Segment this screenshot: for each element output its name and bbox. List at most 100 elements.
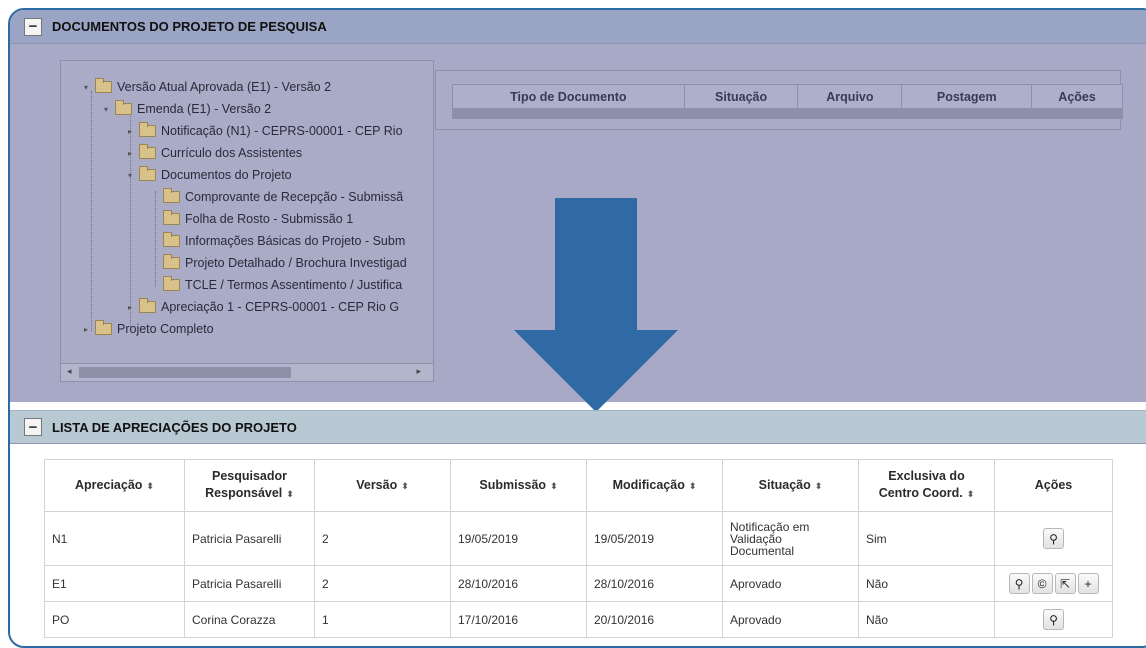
cell-situacao: Aprovado <box>722 565 859 602</box>
column-header[interactable]: Situação ⬍ <box>722 459 859 512</box>
cell-pesquisador: Corina Corazza <box>184 601 315 638</box>
down-arrow-shaft <box>555 198 637 332</box>
tree-node-label[interactable]: Comprovante de Recepção - Submissã <box>185 190 403 204</box>
collapse-node-icon[interactable]: ▾ <box>101 105 111 114</box>
tree-node[interactable]: Comprovante de Recepção - Submissã <box>149 187 403 207</box>
folder-icon <box>95 320 112 335</box>
cell-situacao: Aprovado <box>722 601 859 638</box>
cell-submissao: 17/10/2016 <box>450 601 587 638</box>
sort-icon[interactable]: ⬍ <box>967 489 975 499</box>
column-header[interactable]: Exclusiva do Centro Coord. ⬍ <box>858 459 995 512</box>
folder-icon <box>163 188 180 203</box>
situacao-text: Aprovado <box>730 576 782 591</box>
tree-node-label[interactable]: Folha de Rosto - Submissão 1 <box>185 212 353 226</box>
documents-tree: ◂ ▸ ▾ Versão Atual Aprovada (E1) - Versão… <box>60 60 434 382</box>
external-link-button[interactable]: ⇱ <box>1054 573 1076 594</box>
documents-panel-title: DOCUMENTOS DO PROJETO DE PESQUISA <box>52 19 327 34</box>
expand-node-icon[interactable]: ▸ <box>125 149 135 158</box>
cell-versao: 2 <box>314 511 451 566</box>
tree-node-label[interactable]: Documentos do Projeto <box>161 168 292 182</box>
scroll-right-arrow[interactable]: ▸ <box>416 366 421 377</box>
collapse-node-icon[interactable]: ▾ <box>125 171 135 180</box>
tree-node[interactable]: ▸ Projeto Completo <box>81 319 214 339</box>
sort-icon[interactable]: ⬍ <box>815 481 823 491</box>
scrollbar-thumb[interactable] <box>79 367 291 378</box>
col-tipo-documento[interactable]: Tipo de Documento <box>453 85 685 108</box>
cell-acoes: ⚲ © ⇱ + <box>994 565 1113 602</box>
tree-node-label[interactable]: Versão Atual Aprovada (E1) - Versão 2 <box>117 80 331 94</box>
cell-exclusiva: Sim <box>858 511 995 566</box>
column-header-label: Modificação <box>612 477 685 492</box>
tree-node-label[interactable]: Informações Básicas do Projeto - Subm <box>185 234 405 248</box>
sort-icon[interactable]: ⬍ <box>286 489 294 499</box>
search-icon: ⚲ <box>1049 612 1058 627</box>
tree-node-label[interactable]: Projeto Completo <box>117 322 214 336</box>
tree-node-label[interactable]: Emenda (E1) - Versão 2 <box>137 102 271 116</box>
cell-exclusiva: Não <box>858 601 995 638</box>
folder-icon <box>139 122 156 137</box>
tree-node[interactable]: Folha de Rosto - Submissão 1 <box>149 209 353 229</box>
column-header-label: Centro Coord. <box>878 486 963 500</box>
tree-node[interactable]: ▸ Currículo dos Assistentes <box>125 143 302 163</box>
tree-node-label[interactable]: Notificação (N1) - CEPRS-00001 - CEP Rio <box>161 124 403 138</box>
tree-node[interactable]: Informações Básicas do Projeto - Subm <box>149 231 405 251</box>
sort-icon[interactable]: ⬍ <box>401 481 409 491</box>
table-row: PO Corina Corazza 1 17/10/2016 20/10/2016 Apr… <box>44 601 1113 638</box>
copyright-button[interactable]: © <box>1031 573 1053 594</box>
search-icon: ⚲ <box>1014 576 1024 591</box>
collapse-documents-button[interactable]: − <box>24 17 42 36</box>
documents-panel-header: − DOCUMENTOS DO PROJETO DE PESQUISA <box>10 10 1146 44</box>
tree-horizontal-scrollbar[interactable]: ◂ ▸ <box>61 363 433 381</box>
collapse-appraisals-button[interactable]: − <box>24 418 42 436</box>
column-header[interactable]: Pesquisador Responsável ⬍ <box>184 459 315 512</box>
cell-submissao: 28/10/2016 <box>450 565 587 602</box>
appraisals-table: Apreciação ⬍ Pesquisador Responsável ⬍ Versão… <box>44 459 1113 638</box>
column-header[interactable]: Modificação ⬍ <box>586 459 723 512</box>
tree-node-label[interactable]: Apreciação 1 - CEPRS-00001 - CEP Rio G <box>161 300 399 314</box>
expand-node-icon[interactable]: ▸ <box>81 325 91 334</box>
column-header[interactable]: Submissão ⬍ <box>450 459 587 512</box>
column-header-label: Versão <box>356 477 398 492</box>
col-situacao[interactable]: Situação <box>685 85 799 108</box>
search-button[interactable]: ⚲ <box>1043 609 1064 630</box>
cell-apreciacao: E1 <box>44 565 185 602</box>
expand-node-icon[interactable]: ▸ <box>125 127 135 136</box>
tree-node[interactable]: ▾ Emenda (E1) - Versão 2 <box>101 99 271 119</box>
cell-exclusiva: Não <box>858 565 995 602</box>
cell-pesquisador: Patricia Pasarelli <box>184 565 315 602</box>
appraisals-table-header-row: Apreciação ⬍ Pesquisador Responsável ⬍ Versão… <box>44 459 1113 512</box>
plus-icon: + <box>1084 576 1092 591</box>
tree-node[interactable]: ▸ Notificação (N1) - CEPRS-00001 - CEP Ri… <box>125 121 403 141</box>
search-button[interactable]: ⚲ <box>1008 573 1030 594</box>
expand-node-icon[interactable]: ▸ <box>125 303 135 312</box>
column-header-label: Ações <box>1034 478 1073 492</box>
col-arquivo[interactable]: Arquivo <box>798 85 903 108</box>
column-header[interactable]: Versão ⬍ <box>314 459 451 512</box>
tree-node[interactable]: ▸ Apreciação 1 - CEPRS-00001 - CEP Rio G <box>125 297 399 317</box>
col-postagem[interactable]: Postagem <box>902 85 1033 108</box>
scroll-left-arrow[interactable]: ◂ <box>67 366 72 377</box>
collapse-node-icon[interactable]: ▾ <box>81 83 91 92</box>
tree-node[interactable]: ▾ Documentos do Projeto <box>125 165 292 185</box>
col-acoes[interactable]: Ações <box>1032 85 1122 108</box>
tree-node-label[interactable]: Currículo dos Assistentes <box>161 146 302 160</box>
external-link-icon: ⇱ <box>1059 576 1071 591</box>
plus-button[interactable]: + <box>1077 573 1099 594</box>
cell-modificacao: 19/05/2019 <box>586 511 723 566</box>
search-button[interactable]: ⚲ <box>1043 528 1064 549</box>
column-header[interactable]: Apreciação ⬍ <box>44 459 185 512</box>
sort-icon[interactable]: ⬍ <box>689 481 697 491</box>
folder-icon <box>139 298 156 313</box>
tree-node-label[interactable]: Projeto Detalhado / Brochura Investigad <box>185 256 407 270</box>
documents-table: Tipo de Documento Situação Arquivo Posta… <box>435 70 1123 130</box>
column-header-label: Exclusiva do <box>888 469 965 483</box>
sort-icon[interactable]: ⬍ <box>146 481 154 491</box>
tree-node[interactable]: Projeto Detalhado / Brochura Investigad <box>149 253 407 273</box>
sort-icon[interactable]: ⬍ <box>550 481 558 491</box>
appraisals-panel-title: LISTA DE APRECIAÇÕES DO PROJETO <box>52 419 297 435</box>
tree-node-label[interactable]: TCLE / Termos Assentimento / Justifica <box>185 278 402 292</box>
column-header-label: Responsável <box>205 486 283 500</box>
tree-node[interactable]: TCLE / Termos Assentimento / Justifica <box>149 275 402 295</box>
tree-node[interactable]: ▾ Versão Atual Aprovada (E1) - Versão 2 <box>81 77 331 97</box>
folder-icon <box>163 210 180 225</box>
